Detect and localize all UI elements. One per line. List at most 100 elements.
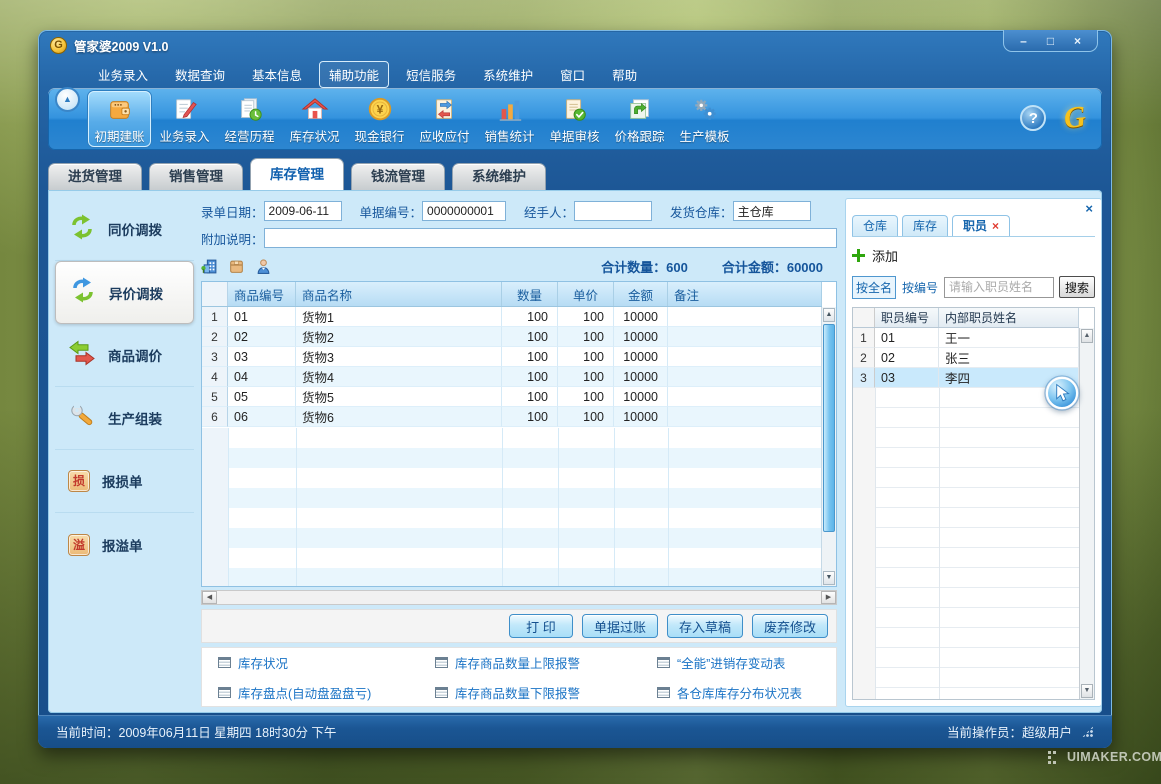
- toolbar-button-production-template[interactable]: 生产模板: [673, 91, 736, 147]
- toolbar-button-voucher-audit[interactable]: 单据审核: [543, 91, 606, 147]
- search-button[interactable]: 搜索: [1059, 276, 1095, 298]
- collapse-toolbar-button[interactable]: ▲: [55, 87, 80, 112]
- tab-purchase[interactable]: 进货管理: [48, 163, 142, 190]
- toolbar-button-price-tracking[interactable]: 价格跟踪: [608, 91, 671, 147]
- lookup-body: 添加 按全名 按编号 搜索 职员编号 内部职员姓名: [852, 236, 1095, 700]
- document-clock-icon: [236, 95, 264, 125]
- brand-logo-icon: G: [1063, 102, 1088, 134]
- add-row[interactable]: 添加: [852, 244, 1095, 266]
- employee-person-icon[interactable]: [255, 258, 272, 275]
- report-grid-icon: [435, 657, 448, 668]
- toolbar-button-business-entry[interactable]: 业务录入: [153, 91, 216, 147]
- table-row[interactable]: 101货物110010010000: [202, 307, 822, 327]
- menu-data-query[interactable]: 数据查询: [165, 61, 235, 88]
- bar-chart-icon: [496, 95, 524, 125]
- help-icon[interactable]: ?: [1020, 105, 1046, 131]
- discard-changes-button[interactable]: 废弃修改: [752, 614, 828, 638]
- scroll-left-icon[interactable]: ◀: [202, 591, 217, 604]
- save-draft-button[interactable]: 存入草稿: [667, 614, 743, 638]
- doc-no-input[interactable]: [422, 201, 506, 221]
- horizontal-scrollbar[interactable]: ◀ ▶: [201, 590, 837, 605]
- form-row-2: 附加说明：: [201, 227, 837, 249]
- tab-inventory[interactable]: 库存管理: [250, 158, 344, 190]
- tab-sales[interactable]: 销售管理: [149, 163, 243, 190]
- sidebar-label: 生产组装: [108, 408, 162, 428]
- menu-business-entry[interactable]: 业务录入: [88, 61, 158, 88]
- toolbar-button-receivable-payable[interactable]: 应收应付: [413, 91, 476, 147]
- post-voucher-button[interactable]: 单据过账: [582, 614, 658, 638]
- employee-row-selected[interactable]: 303李四: [853, 368, 1079, 388]
- sidebar-item-goods-price-adjust[interactable]: 商品调价: [55, 324, 194, 387]
- table-row[interactable]: 606货物610010010000: [202, 407, 822, 427]
- print-button[interactable]: 打 印: [509, 614, 573, 638]
- sidebar: 同价调拨 异价调拨 商品调价 生产组装 损 报损单: [55, 198, 194, 707]
- scroll-up-icon[interactable]: ▲: [823, 308, 835, 322]
- filter-by-code-button[interactable]: 按编号: [901, 277, 939, 298]
- employee-row[interactable]: 202张三: [853, 348, 1079, 368]
- handler-input[interactable]: [574, 201, 652, 221]
- sidebar-item-diff-price-transfer[interactable]: 异价调拨: [55, 261, 194, 324]
- scroll-down-icon[interactable]: ▼: [823, 571, 835, 585]
- tab-stock[interactable]: 库存: [902, 215, 948, 236]
- table-row[interactable]: 404货物410010010000: [202, 367, 822, 387]
- tab-cashflow[interactable]: 钱流管理: [351, 163, 445, 190]
- link-all-in-one-flow-report[interactable]: “全能”进销存变动表: [657, 653, 836, 672]
- menu-help[interactable]: 帮助: [602, 61, 647, 88]
- date-input[interactable]: [264, 201, 342, 221]
- tab-system[interactable]: 系统维护: [452, 163, 546, 190]
- header-row-number: [202, 282, 228, 306]
- document-check-icon: [561, 95, 589, 125]
- toolbar-button-sales-statistics[interactable]: 销售统计: [478, 91, 541, 147]
- toolbar-button-operation-history[interactable]: 经营历程: [218, 91, 281, 147]
- toolbar-right: ? G: [1020, 103, 1086, 133]
- status-current-time: 当前时间：2009年06月11日 星期四 18时30分 下午: [56, 722, 336, 741]
- scroll-right-icon[interactable]: ▶: [821, 591, 836, 604]
- link-stocktake[interactable]: 库存盘点(自动盘盈盘亏): [218, 683, 435, 702]
- menu-basic-info[interactable]: 基本信息: [242, 61, 312, 88]
- warehouse-building-icon[interactable]: [201, 258, 218, 275]
- vertical-scrollbar[interactable]: ▲ ▼: [1079, 328, 1094, 699]
- goods-box-icon[interactable]: [228, 258, 245, 275]
- menu-sms-service[interactable]: 短信服务: [396, 61, 466, 88]
- maximize-button[interactable]: □: [1037, 31, 1064, 51]
- warehouse-input[interactable]: [733, 201, 811, 221]
- employee-row[interactable]: 101王一: [853, 328, 1079, 348]
- toolbar-button-initial-setup[interactable]: 初期建账: [88, 91, 151, 147]
- plus-icon: [852, 249, 865, 262]
- sidebar-item-production-assembly[interactable]: 生产组装: [55, 387, 194, 450]
- sidebar-item-overflow-report[interactable]: 溢 报溢单: [55, 513, 194, 576]
- header-name: 商品名称: [296, 282, 502, 306]
- scroll-up-icon[interactable]: ▲: [1081, 329, 1093, 343]
- table-row[interactable]: 505货物510010010000: [202, 387, 822, 407]
- link-inventory-status[interactable]: 库存状况: [218, 653, 435, 672]
- tab-warehouse[interactable]: 仓库: [852, 215, 898, 236]
- menu-window[interactable]: 窗口: [550, 61, 595, 88]
- sidebar-label: 报损单: [102, 471, 143, 491]
- sidebar-item-same-price-transfer[interactable]: 同价调拨: [55, 198, 194, 261]
- close-button[interactable]: ×: [1064, 31, 1091, 51]
- table-row[interactable]: 303货物310010010000: [202, 347, 822, 367]
- menu-system-maintenance[interactable]: 系统维护: [473, 61, 543, 88]
- scroll-down-icon[interactable]: ▼: [1081, 684, 1093, 698]
- link-warehouse-distribution[interactable]: 各仓库库存分布状况表: [657, 683, 836, 702]
- link-qty-upper-limit-alarm[interactable]: 库存商品数量上限报警: [435, 653, 657, 672]
- scrollbar-thumb[interactable]: [823, 324, 835, 532]
- table-row[interactable]: 202货物210010010000: [202, 327, 822, 347]
- toolbar-label: 销售统计: [484, 126, 534, 145]
- close-panel-icon[interactable]: ×: [1085, 202, 1093, 215]
- link-qty-lower-limit-alarm[interactable]: 库存商品数量下限报警: [435, 683, 657, 702]
- items-table-rows: 101货物110010010000 202货物210010010000 303货…: [202, 307, 836, 427]
- employee-search-input[interactable]: [944, 277, 1054, 298]
- note-input[interactable]: [264, 228, 837, 248]
- vertical-scrollbar[interactable]: ▲ ▼: [821, 307, 836, 586]
- menu-auxiliary-functions[interactable]: 辅助功能: [319, 61, 389, 88]
- tab-employee[interactable]: 职员×: [952, 215, 1010, 236]
- sidebar-item-loss-report[interactable]: 损 报损单: [55, 450, 194, 513]
- toolbar-button-cash-bank[interactable]: ¥ 现金银行: [348, 91, 411, 147]
- filter-by-name-button[interactable]: 按全名: [852, 276, 896, 299]
- minimize-button[interactable]: –: [1010, 31, 1037, 51]
- toolbar-button-inventory-status[interactable]: 库存状况: [283, 91, 346, 147]
- resize-grip[interactable]: [1082, 726, 1094, 738]
- app-logo-icon: G: [50, 37, 67, 54]
- close-tab-icon[interactable]: ×: [992, 219, 999, 233]
